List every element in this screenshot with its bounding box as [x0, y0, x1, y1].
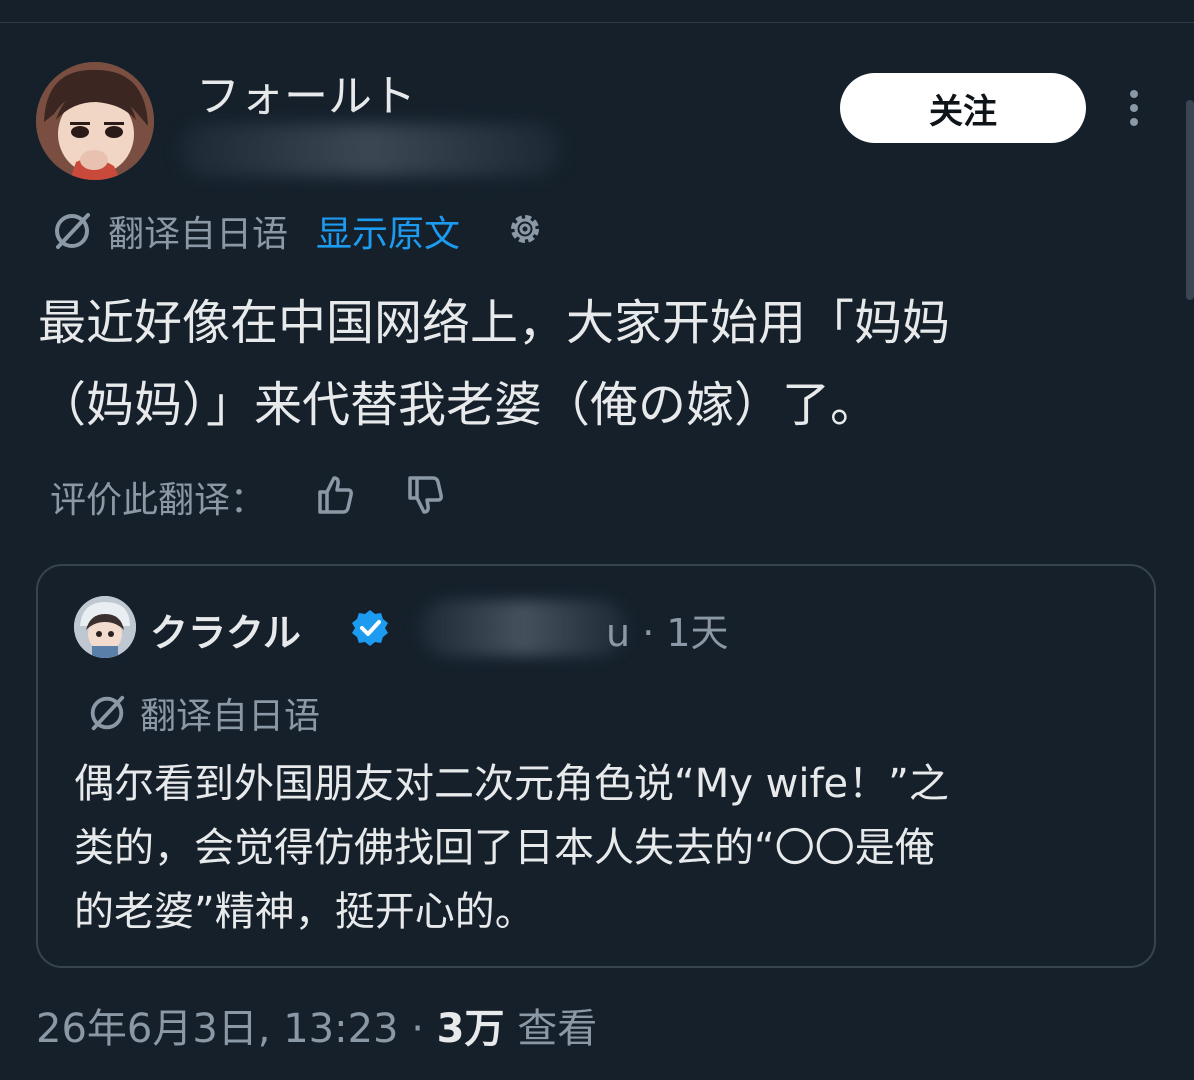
quoted-text-line: 的老婆”精神，挺开心的。: [74, 889, 535, 935]
translated-from-label: 翻译自日语: [108, 214, 289, 255]
thumbs-down-icon[interactable]: [404, 474, 446, 520]
rate-translation-label: 评价此翻译：: [50, 480, 267, 521]
show-original-link[interactable]: 显示原文: [316, 205, 460, 257]
tweet-text-line: 最近好像在中国网络上，大家开始用「妈妈: [38, 295, 951, 351]
translate-icon: [90, 695, 125, 731]
thumbs-up-icon[interactable]: [314, 474, 356, 520]
anime-avatar-icon: [36, 62, 154, 180]
quoted-handle-redacted: [418, 600, 628, 656]
tweet-text: 最近好像在中国网络上，大家开始用「妈妈 （妈妈）」来代替我老婆（俺の嫁）了。: [38, 282, 1138, 446]
top-divider: [0, 22, 1194, 23]
author-display-name[interactable]: フォールト: [196, 60, 416, 124]
tweet-text-line: （妈妈）」来代替我老婆（俺の嫁）了。: [38, 377, 879, 433]
quoted-text-line: 偶尔看到外国朋友对二次元角色说“My wife！”之: [74, 761, 949, 807]
follow-button[interactable]: 关注: [840, 73, 1086, 143]
tweet-meta-row: 26年6月3日, 13:23 · 3万 查看: [36, 996, 597, 1054]
more-options-button[interactable]: [1118, 86, 1150, 130]
rate-translation-row: 评价此翻译：: [50, 470, 446, 524]
tweet-timestamp[interactable]: 26年6月3日, 13:23 ·: [36, 1006, 437, 1052]
quoted-author-name[interactable]: クラクル: [150, 602, 301, 657]
quoted-tweet-text: 偶尔看到外国朋友对二次元角色说“My wife！”之 类的，会觉得仿佛找回了日本…: [74, 752, 1134, 944]
anime-avatar-icon: [74, 596, 136, 658]
verified-badge-icon: [350, 608, 390, 652]
more-vertical-icon: [1130, 90, 1138, 126]
quoted-time: · 1天: [642, 611, 729, 655]
translate-icon: [55, 213, 90, 249]
views-label: 查看: [517, 1006, 598, 1052]
gear-icon[interactable]: [504, 208, 546, 254]
translation-bar: 翻译自日语 显示原文: [50, 204, 546, 258]
author-avatar[interactable]: [36, 62, 154, 180]
quoted-text-line: 类的，会觉得仿佛找回了日本人失去的“〇〇是俺: [74, 825, 935, 871]
scrollbar[interactable]: [1186, 100, 1194, 300]
quoted-handle-suffix: u: [606, 611, 631, 655]
quoted-meta: u · 1天: [606, 602, 729, 657]
quoted-tweet-card[interactable]: クラクル u · 1天 翻译自日语 偶尔看到外国朋友对二次元角色说“My wif…: [36, 564, 1156, 968]
quoted-translated-from-label: 翻译自日语: [140, 696, 321, 737]
author-handle-redacted: [180, 124, 560, 176]
views-count: 3万: [436, 1006, 505, 1052]
quoted-translation-bar: 翻译自日语: [86, 688, 320, 738]
quoted-author-avatar[interactable]: [74, 596, 136, 658]
